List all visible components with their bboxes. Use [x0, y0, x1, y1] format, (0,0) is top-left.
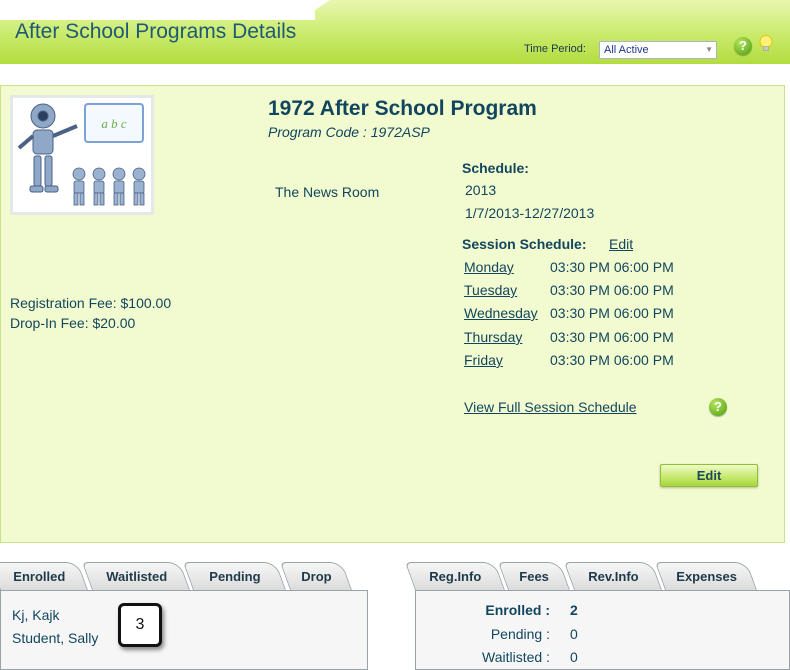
page-title: After School Programs Details	[15, 20, 297, 43]
registration-fee: Registration Fee: $100.00	[10, 295, 172, 311]
board-letters: a b c	[101, 116, 127, 131]
help-icon[interactable]: ?	[734, 37, 752, 55]
day-time-monday: 03:30 PM 06:00 PM	[550, 259, 674, 275]
chevron-down-icon: ▼	[705, 45, 713, 54]
tab-label: Expenses	[675, 569, 737, 584]
reg-waitlisted-value: 0	[570, 649, 578, 665]
enrolled-student[interactable]: Kj, Kajk	[12, 607, 59, 623]
edit-program-button[interactable]: Edit	[660, 464, 758, 487]
header-title-tab-slant	[300, 0, 330, 20]
tab-label: Drop	[301, 569, 332, 584]
program-image: a b c	[10, 95, 154, 215]
reg-pending-value: 0	[570, 626, 578, 642]
session-schedule-label: Session Schedule:	[462, 236, 587, 252]
tab-waitlisted[interactable]: Waitlisted	[81, 562, 190, 590]
tab-rev-info[interactable]: Rev.Info	[563, 562, 662, 590]
time-period-label: Time Period:	[524, 43, 586, 55]
day-link-wednesday[interactable]: Wednesday	[464, 305, 538, 321]
tab-label: Fees	[519, 569, 550, 584]
annotation-callout: 3	[118, 603, 162, 647]
lightbulb-icon[interactable]	[759, 35, 773, 53]
program-code: Program Code : 1972ASP	[268, 124, 430, 140]
dropin-fee: Drop-In Fee: $20.00	[10, 315, 136, 331]
enrolled-student[interactable]: Student, Sally	[12, 630, 98, 646]
day-time-thursday: 03:30 PM 06:00 PM	[550, 329, 674, 345]
day-time-friday: 03:30 PM 06:00 PM	[550, 352, 674, 368]
tab-label: Enrolled	[13, 569, 66, 584]
header-title-tab	[0, 0, 315, 20]
help-icon[interactable]: ?	[709, 398, 727, 416]
day-time-tuesday: 03:30 PM 06:00 PM	[550, 282, 674, 298]
program-title: 1972 After School Program	[268, 97, 537, 120]
tab-enrolled[interactable]: Enrolled	[0, 562, 89, 590]
time-period-value: All Active	[604, 44, 649, 56]
day-link-thursday[interactable]: Thursday	[464, 329, 522, 345]
time-period-select[interactable]: All Active ▼	[599, 41, 717, 59]
header-bar: After School Programs Details Time Perio…	[0, 0, 790, 64]
session-edit-link[interactable]: Edit	[609, 236, 633, 252]
reg-pending-label: Pending :	[490, 626, 550, 642]
reg-enrolled-value: 2	[570, 602, 578, 618]
program-location: The News Room	[275, 184, 380, 200]
day-time-wednesday: 03:30 PM 06:00 PM	[550, 305, 674, 321]
tab-label: Reg.Info	[429, 569, 482, 584]
tab-label: Pending	[209, 569, 261, 584]
tab-reg-info[interactable]: Reg.Info	[404, 562, 505, 590]
fees-block: Registration Fee: $100.00 Drop-In Fee: $…	[10, 293, 171, 333]
reg-enrolled-label: Enrolled :	[485, 602, 550, 618]
view-full-schedule-link[interactable]: View Full Session Schedule	[464, 399, 637, 415]
day-link-friday[interactable]: Friday	[464, 352, 503, 368]
tab-pending[interactable]: Pending	[182, 562, 286, 590]
schedule-label: Schedule:	[462, 160, 529, 176]
robot-teacher-illustration: a b c	[17, 103, 146, 206]
tab-fees[interactable]: Fees	[497, 562, 570, 590]
tab-expenses[interactable]: Expenses	[654, 562, 757, 590]
schedule-year: 2013	[465, 182, 497, 198]
day-link-monday[interactable]: Monday	[464, 259, 514, 275]
tab-label: Waitlisted	[105, 569, 167, 584]
tab-label: Rev.Info	[588, 569, 639, 584]
schedule-range: 1/7/2013-12/27/2013	[465, 205, 595, 221]
reg-waitlisted-label: Waitlisted :	[482, 649, 550, 665]
tab-drop[interactable]: Drop	[279, 562, 352, 590]
day-link-tuesday[interactable]: Tuesday	[464, 282, 517, 298]
